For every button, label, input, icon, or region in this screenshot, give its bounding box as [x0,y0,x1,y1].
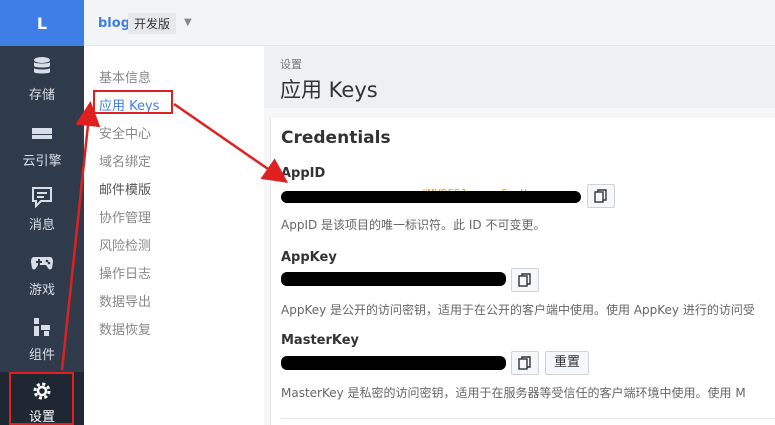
appid-help-text: AppID 是该项目的唯一标识符。此 ID 不可变更。 [281,218,546,232]
masterkey-label: MasterKey [281,333,360,348]
credentials-title: Credentials [281,128,391,148]
submenu-operation-log[interactable]: 操作日志 [99,263,151,282]
nav-games-label: 游戏 [28,283,55,298]
annotation-highlight-settings [9,372,74,425]
copy-icon [518,356,531,370]
page-header: 设置 应用 Keys [264,46,775,108]
main-sidebar: L 存储 云引擎 消息 游戏 组件 设置 [0,0,84,425]
appid-label: AppID [281,166,326,181]
submenu-email-templates[interactable]: 邮件模版 [99,179,151,198]
nav-messages-label: 消息 [28,218,55,233]
nav-storage[interactable]: 存储 [0,46,84,110]
card-divider [281,418,775,419]
app-switcher-caret-icon[interactable]: ▼ [184,17,192,28]
copy-appid-button[interactable] [587,184,615,208]
appid-redaction [281,191,581,203]
submenu-risk-detection[interactable]: 风险检测 [99,235,151,254]
submenu-data-export[interactable]: 数据导出 [99,291,151,310]
submenu-domain-binding[interactable]: 域名绑定 [99,151,151,170]
copy-appkey-button[interactable] [511,268,539,292]
nav-storage-label: 存储 [28,88,55,103]
server-icon [32,128,52,139]
copy-masterkey-button[interactable] [511,351,539,375]
reset-masterkey-button[interactable]: 重置 [545,351,590,375]
breadcrumb[interactable]: 设置 [280,56,302,72]
annotation-highlight-app-keys [93,90,173,114]
masterkey-help-text: MasterKey 是私密的访问密钥，适用于在服务器等受信任的客户端环境中使用。… [281,386,746,400]
masterkey-redaction [281,356,506,370]
gamepad-icon [31,257,53,270]
submenu-data-restore[interactable]: 数据恢复 [99,319,151,338]
components-icon [34,318,50,336]
appkey-label: AppKey [281,250,337,265]
page-title: 应用 Keys [280,78,378,102]
nav-components[interactable]: 组件 [0,306,84,370]
top-bar: blog 开发版 ▼ [84,0,775,46]
nav-components-label: 组件 [28,348,55,363]
app-plan-badge: 开发版 [128,13,177,34]
submenu-collaboration[interactable]: 协作管理 [99,207,151,226]
copy-icon [594,189,607,203]
nav-games[interactable]: 游戏 [0,241,84,305]
appkey-redaction [281,272,506,286]
appkey-help-text: AppKey 是公开的访问密钥，适用于在公开的客户端中使用。使用 AppKey … [281,303,755,317]
database-icon [34,57,50,74]
submenu-security-center[interactable]: 安全中心 [99,123,151,142]
credentials-card: Credentials AppID #MYDF51...cnCooHoo App… [270,118,775,425]
main-content: 设置 应用 Keys Credentials AppID #MYDF51...c… [264,46,775,425]
submenu-basic-info[interactable]: 基本信息 [99,67,151,86]
app-logo[interactable]: L [0,0,84,46]
nav-cloud-engine-label: 云引擎 [22,154,62,169]
nav-cloud-engine[interactable]: 云引擎 [0,112,84,176]
app-name[interactable]: blog [98,16,130,31]
message-icon [32,187,52,208]
nav-messages[interactable]: 消息 [0,176,84,240]
copy-icon [518,273,531,287]
